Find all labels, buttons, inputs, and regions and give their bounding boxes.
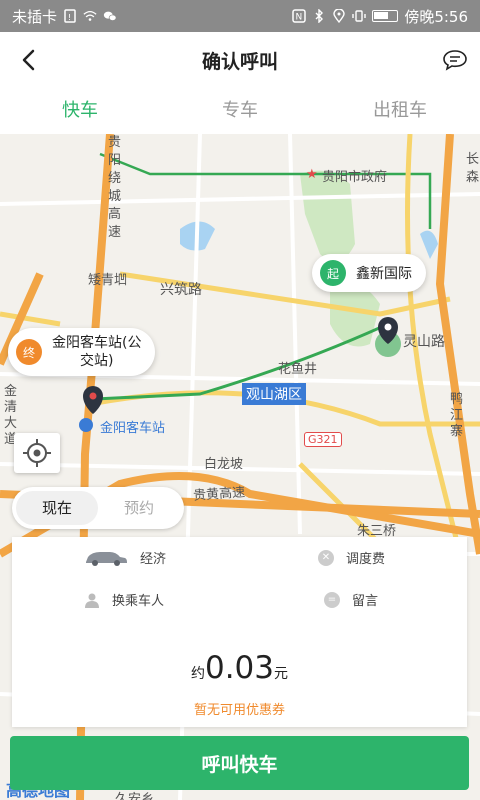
- nav-bar: 确认呼叫: [0, 32, 480, 88]
- map-label-zhuqingwei: 矮青垇: [88, 273, 128, 288]
- sim-icon: !: [64, 9, 76, 23]
- map-label-jinyang-station: 金阳客车站: [100, 421, 166, 436]
- map-label-district: 观山湖区: [242, 383, 306, 405]
- status-left: 未插卡 !: [12, 6, 117, 27]
- carrier-text: 未插卡: [12, 7, 58, 26]
- now-option[interactable]: 现在: [16, 491, 98, 525]
- status-time: 傍晚5:56: [404, 7, 468, 26]
- map-label-chang: 长: [466, 152, 480, 167]
- message-icon[interactable]: [442, 48, 468, 72]
- change-rider-row[interactable]: 换乘车人: [84, 590, 164, 609]
- car-type-label: 经济: [140, 552, 167, 567]
- end-tag: 终: [16, 339, 42, 365]
- nfc-icon: N: [292, 9, 307, 23]
- time-toggle: 现在 预约: [12, 487, 184, 529]
- page-title: 确认呼叫: [201, 50, 278, 73]
- dispatch-fee-icon: ✕: [318, 549, 334, 566]
- reserve-option[interactable]: 预约: [98, 491, 180, 525]
- person-icon: [85, 593, 99, 608]
- government-star-icon: ★: [306, 167, 318, 182]
- tab-premier[interactable]: 专车: [160, 88, 320, 134]
- start-tag: 起: [320, 260, 346, 286]
- map-label-government: 贵阳市政府: [322, 170, 388, 185]
- map-label-lingshan: 灵山路: [403, 334, 445, 350]
- status-right: N 傍晚5:56: [292, 6, 468, 27]
- map-label-sen: 森: [466, 170, 480, 185]
- map-label-bailongpo: 白龙坡: [204, 457, 244, 472]
- message-label: 留言: [352, 594, 379, 609]
- map-label-ring-highway: 贵阳绕城高速: [108, 135, 122, 240]
- svg-text:!: !: [68, 13, 71, 22]
- start-point-bubble[interactable]: 起 鑫新国际: [312, 254, 426, 292]
- vibrate-icon: [352, 10, 367, 22]
- price-value: 0.03: [204, 650, 275, 686]
- order-panel: 经济 ✕ 调度费 换乘车人 = 留言 约0.03元 暂无可用优惠券: [12, 537, 467, 727]
- car-type-row[interactable]: 经济: [84, 548, 166, 567]
- service-tabs: 快车 专车 出租车: [0, 88, 480, 134]
- wechat-icon: [103, 11, 117, 21]
- car-icon: [86, 551, 127, 566]
- map-label-yajiang: 鸭江寨: [450, 392, 464, 439]
- tab-express[interactable]: 快车: [0, 88, 160, 134]
- price-estimate: 约0.03元: [12, 650, 467, 686]
- location-icon: [333, 9, 346, 23]
- call-express-button[interactable]: 呼叫快车: [10, 736, 469, 790]
- change-rider-label: 换乘车人: [112, 594, 165, 609]
- svg-text:N: N: [296, 13, 303, 23]
- price-unit: 元: [274, 666, 289, 682]
- back-arrow-icon[interactable]: [18, 48, 42, 72]
- locate-button[interactable]: [14, 433, 60, 473]
- tab-taxi[interactable]: 出租车: [320, 88, 480, 134]
- battery-icon: [372, 10, 399, 22]
- end-name-line2: 交站): [80, 353, 114, 369]
- start-name: 鑫新国际: [356, 266, 412, 282]
- dispatch-fee-label: 调度费: [346, 552, 386, 567]
- map-label-xingzhu: 兴筑路: [160, 282, 202, 298]
- message-note-icon: =: [324, 591, 340, 608]
- map-label-g321: G321: [304, 432, 342, 447]
- price-prefix: 约: [190, 666, 205, 682]
- wifi-icon: [83, 10, 97, 21]
- crosshair-icon: [23, 439, 51, 467]
- end-name-line1: 金阳客车站(公: [52, 335, 142, 351]
- status-bar: 未插卡 ! N 傍晚5:56: [0, 0, 480, 32]
- map-label-guihuang: 贵黄高速: [192, 485, 246, 504]
- map-label-huayujing: 花鱼井: [278, 362, 318, 377]
- dispatch-fee-row[interactable]: ✕ 调度费: [318, 548, 385, 567]
- coupon-note[interactable]: 暂无可用优惠券: [12, 699, 467, 718]
- bluetooth-icon: [315, 9, 324, 23]
- end-name: 金阳客车站(公 交站): [52, 334, 141, 370]
- end-point-bubble[interactable]: 终 金阳客车站(公 交站): [8, 328, 156, 376]
- message-row[interactable]: = 留言: [324, 590, 378, 609]
